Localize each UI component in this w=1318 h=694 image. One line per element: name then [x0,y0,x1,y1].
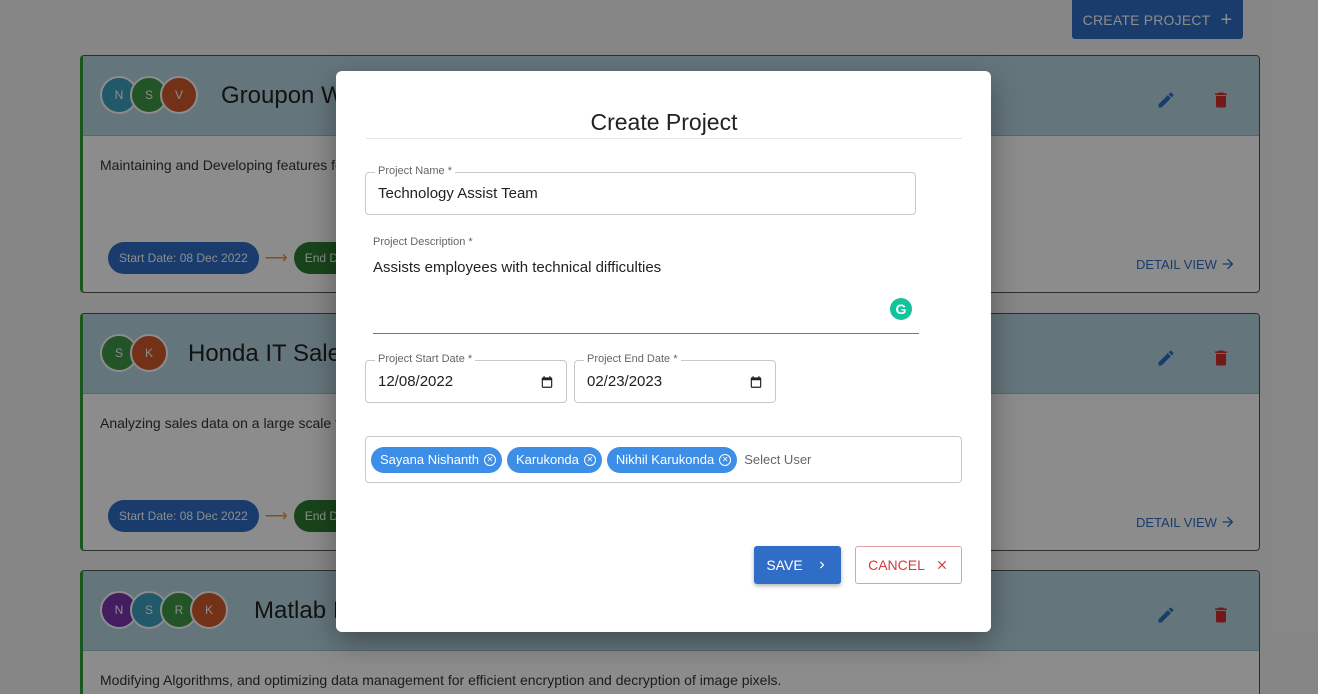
calendar-icon[interactable] [749,375,763,389]
user-chip-label: Nikhil Karukonda [615,452,715,467]
create-project-dialog: Create Project Project Name * Project De… [336,71,991,632]
user-chip-label: Karukonda [516,452,579,467]
remove-chip-icon[interactable]: ✕ [719,453,732,466]
remove-chip-icon[interactable]: ✕ [583,453,596,466]
end-date-value: 02/23/2023 [587,373,663,390]
remove-chip-icon[interactable]: ✕ [484,453,497,466]
project-description-field[interactable]: Project Description * Assists employees … [373,236,919,334]
end-date-field[interactable]: Project End Date * 02/23/2023 [574,353,776,403]
start-date-label: Project Start Date * [375,353,476,365]
save-label: SAVE [766,557,803,573]
end-date-label: Project End Date * [584,353,681,365]
project-name-input[interactable] [366,173,915,214]
divider [366,138,962,139]
project-name-field[interactable]: Project Name * [365,165,916,215]
calendar-icon[interactable] [540,375,554,389]
user-select[interactable]: Sayana Nishanth ✕ Karukonda ✕ Nikhil Kar… [365,436,962,483]
cancel-label: CANCEL [868,557,925,573]
start-date-field[interactable]: Project Start Date * 12/08/2022 [365,353,567,403]
grammarly-icon[interactable]: G [890,298,912,320]
cancel-button[interactable]: CANCEL [855,546,962,584]
project-name-label: Project Name * [375,165,455,177]
close-icon [937,560,946,570]
select-user-input[interactable]: Select User [744,452,811,467]
user-chip: Nikhil Karukonda ✕ [606,446,738,473]
user-chip: Sayana Nishanth ✕ [371,446,503,473]
start-date-value: 12/08/2022 [378,373,454,390]
user-chip-label: Sayana Nishanth [380,452,480,467]
save-button[interactable]: SAVE [754,546,841,584]
user-chip: Karukonda ✕ [507,446,602,473]
dialog-title: Create Project [590,109,738,135]
chevron-right-icon [819,561,824,569]
project-description-label: Project Description * [373,236,473,248]
project-description-input[interactable]: Assists employees with technical difficu… [373,259,919,276]
